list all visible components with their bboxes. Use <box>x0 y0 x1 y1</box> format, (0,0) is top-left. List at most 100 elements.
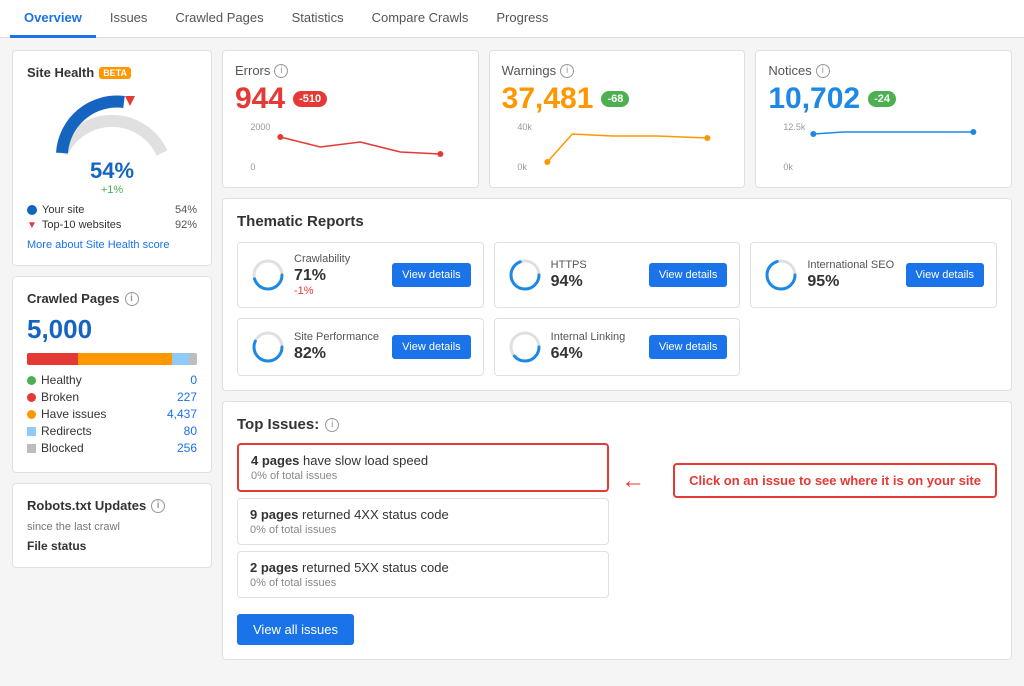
errors-chart: 2000 0 <box>235 122 466 172</box>
site-performance-view-details[interactable]: View details <box>392 335 471 359</box>
issues-callout: ← Click on an issue to see where it is o… <box>621 463 997 498</box>
status-healthy: Healthy 0 <box>27 373 197 387</box>
errors-axis-bottom: 0 <box>250 162 255 172</box>
tab-progress[interactable]: Progress <box>482 0 562 38</box>
errors-card: Errors i 944 -510 2000 0 <box>222 50 479 188</box>
notices-label: Notices i <box>768 63 999 78</box>
top10-arrow-icon: ▼ <box>27 220 37 231</box>
site-health-title: Site Health BETA <box>27 65 197 80</box>
issue-item-3[interactable]: 2 pages returned 5XX status code 0% of t… <box>237 551 609 598</box>
notices-chart: 12.5k 0k <box>768 122 999 172</box>
https-view-details[interactable]: View details <box>649 263 728 287</box>
healthy-dot <box>27 376 36 385</box>
notices-value-row: 10,702 -24 <box>768 82 999 116</box>
thematic-grid: Crawlability 71% -1% View details <box>237 242 997 376</box>
beta-badge: BETA <box>99 67 131 79</box>
issue-item-2[interactable]: 9 pages returned 4XX status code 0% of t… <box>237 498 609 545</box>
bar-issues <box>78 353 172 365</box>
top-issues-section: Top Issues: i 4 pages have slow load spe… <box>222 401 1012 660</box>
issue-3-title: 2 pages returned 5XX status code <box>250 560 596 575</box>
crawlability-view-details[interactable]: View details <box>392 263 471 287</box>
status-blocked: Blocked 256 <box>27 441 197 455</box>
svg-text:0k: 0k <box>517 162 527 172</box>
callout-arrow-icon: ← <box>621 467 645 495</box>
site-health-legend: Your site 54% ▼ Top-10 websites 92% <box>27 204 197 231</box>
issues-dot <box>27 410 36 419</box>
blocked-dot <box>27 444 36 453</box>
top-issues-row: 4 pages have slow load speed 0% of total… <box>237 443 997 604</box>
top-issues-header: Top Issues: i <box>237 416 997 433</box>
robots-since: since the last crawl <box>27 521 197 533</box>
bar-redirects <box>172 353 189 365</box>
robots-info-icon[interactable]: i <box>151 499 165 513</box>
redirects-dot <box>27 427 36 436</box>
crawled-pages-info-icon[interactable]: i <box>125 292 139 306</box>
warnings-chart: 40k 0k <box>502 122 733 172</box>
crawled-pages-title: Crawled Pages i <box>27 291 197 306</box>
content-area: Errors i 944 -510 2000 0 Warnin <box>222 50 1012 660</box>
thematic-internal-linking: Internal Linking 64% View details <box>494 318 741 376</box>
tab-crawled-pages[interactable]: Crawled Pages <box>161 0 277 38</box>
svg-text:40k: 40k <box>517 122 532 132</box>
status-have-issues: Have issues 4,437 <box>27 407 197 421</box>
gauge-container: 54% +1% <box>27 88 197 196</box>
more-about-health-link[interactable]: More about Site Health score <box>27 239 197 251</box>
your-site-legend: Your site 54% <box>27 204 197 216</box>
warnings-change: -68 <box>601 91 629 107</box>
internal-linking-info: Internal Linking 64% <box>507 329 626 365</box>
issue-item-1[interactable]: 4 pages have slow load speed 0% of total… <box>237 443 609 492</box>
tab-statistics[interactable]: Statistics <box>278 0 358 38</box>
warnings-label: Warnings i <box>502 63 733 78</box>
international-seo-info: International SEO 95% <box>763 257 894 293</box>
international-seo-circle <box>763 257 799 293</box>
errors-value: 944 <box>235 82 285 116</box>
crawled-pages-count: 5,000 <box>27 314 197 345</box>
tab-overview[interactable]: Overview <box>10 0 96 38</box>
errors-info-icon[interactable]: i <box>274 64 288 78</box>
bar-blocked <box>189 353 198 365</box>
view-all-issues-button[interactable]: View all issues <box>237 614 354 645</box>
status-redirects: Redirects 80 <box>27 424 197 438</box>
thematic-site-performance: Site Performance 82% View details <box>237 318 484 376</box>
issue-3-subtitle: 0% of total issues <box>250 577 596 589</box>
tab-compare-crawls[interactable]: Compare Crawls <box>358 0 483 38</box>
crawlability-info: Crawlability 71% -1% <box>250 253 350 297</box>
issue-2-title: 9 pages returned 4XX status code <box>250 507 596 522</box>
robots-card: Robots.txt Updates i since the last craw… <box>12 483 212 568</box>
thematic-title: Thematic Reports <box>237 213 997 230</box>
crawled-pages-card: Crawled Pages i 5,000 Healthy 0 Br <box>12 276 212 473</box>
gauge-svg <box>52 88 172 158</box>
international-seo-view-details[interactable]: View details <box>906 263 985 287</box>
notices-value: 10,702 <box>768 82 860 116</box>
warnings-value-row: 37,481 -68 <box>502 82 733 116</box>
issue-1-title: 4 pages have slow load speed <box>251 453 595 468</box>
svg-text:0k: 0k <box>784 162 794 172</box>
errors-label: Errors i <box>235 63 466 78</box>
errors-change: -510 <box>293 91 327 107</box>
robots-file-status: File status <box>27 539 197 553</box>
metrics-row: Errors i 944 -510 2000 0 Warnin <box>222 50 1012 188</box>
top10-legend: ▼ Top-10 websites 92% <box>27 219 197 231</box>
warnings-info-icon[interactable]: i <box>560 64 574 78</box>
tab-issues[interactable]: Issues <box>96 0 162 38</box>
thematic-international-seo: International SEO 95% View details <box>750 242 997 308</box>
thematic-section: Thematic Reports Crawlability 71% -1% <box>222 198 1012 391</box>
callout-box: Click on an issue to see where it is on … <box>673 463 997 498</box>
notices-info-icon[interactable]: i <box>816 64 830 78</box>
issues-list: 4 pages have slow load speed 0% of total… <box>237 443 609 604</box>
notices-card: Notices i 10,702 -24 12.5k 0k <box>755 50 1012 188</box>
issues-footer: View all issues <box>237 614 997 645</box>
top-issues-title: Top Issues: <box>237 416 319 433</box>
site-performance-info: Site Performance 82% <box>250 329 379 365</box>
warnings-value: 37,481 <box>502 82 594 116</box>
errors-axis-top: 2000 <box>250 122 270 132</box>
status-list: Healthy 0 Broken 227 Have issues 4,437 R… <box>27 373 197 455</box>
svg-text:12.5k: 12.5k <box>784 122 807 132</box>
site-performance-circle <box>250 329 286 365</box>
internal-linking-view-details[interactable]: View details <box>649 335 728 359</box>
top-issues-info-icon[interactable]: i <box>325 418 339 432</box>
https-circle <box>507 257 543 293</box>
issue-1-subtitle: 0% of total issues <box>251 470 595 482</box>
your-site-dot <box>27 205 37 215</box>
https-info: HTTPS 94% <box>507 257 587 293</box>
